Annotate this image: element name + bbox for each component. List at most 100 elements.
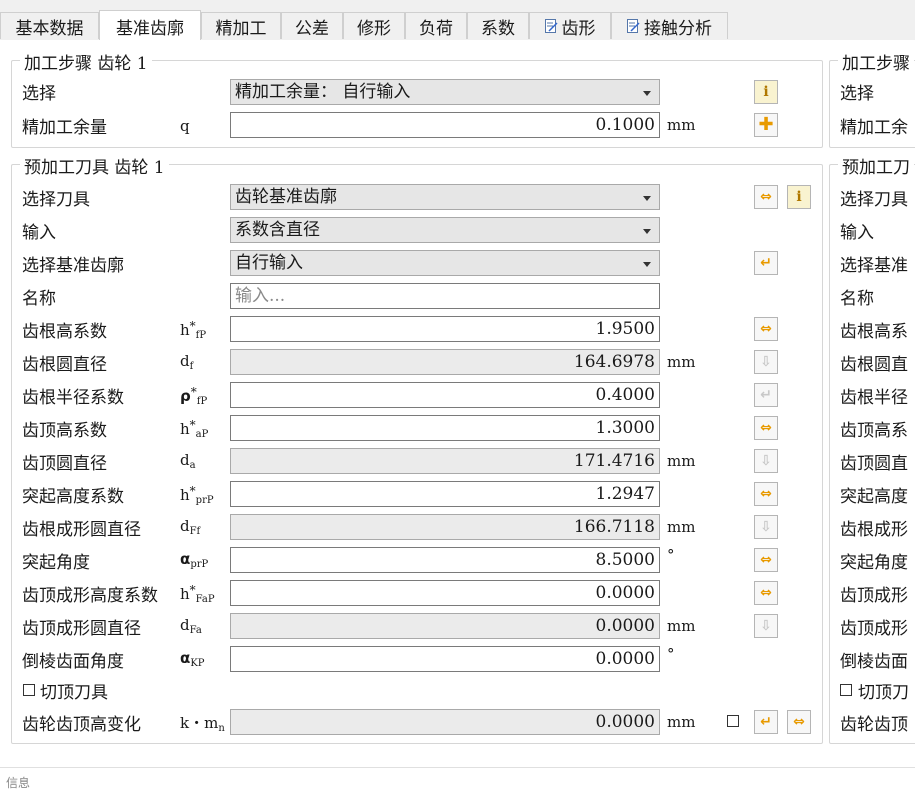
param-label: 齿根半径 <box>840 388 908 408</box>
transfer-button[interactable]: ⇔ <box>754 548 778 572</box>
param-label: 倒棱齿面 <box>840 652 908 672</box>
unit-label: mm <box>667 518 696 536</box>
chamfer-angle-input[interactable]: 0.0000 <box>230 646 660 672</box>
tab-basic-data[interactable]: 基本数据 <box>0 12 99 39</box>
topping-tool-label: 切顶刀具 <box>40 683 108 703</box>
disabled-button[interactable]: ⇩ <box>754 515 778 539</box>
transfer-button[interactable]: ⇔ <box>754 581 778 605</box>
tab-tooth-form[interactable]: 齿形 <box>529 12 611 39</box>
root-radius-coefficient-input[interactable]: 0.4000 <box>230 382 660 408</box>
root-form-diameter-field: 166.7118 <box>230 514 660 540</box>
disabled-button[interactable]: ⇩ <box>754 350 778 374</box>
info-button[interactable]: i <box>754 80 778 104</box>
tab-factors[interactable]: 系数 <box>467 12 529 39</box>
double-arrow-icon: ⇔ <box>760 552 772 568</box>
disabled-button[interactable]: ↵ <box>754 383 778 407</box>
tip-change-symbol: k・mn <box>180 714 225 734</box>
chevron-down-icon <box>643 262 651 267</box>
tool-group-title: 预加工刀具 齿轮 1 <box>20 153 169 178</box>
info-button[interactable]: i <box>787 185 811 209</box>
tab-load[interactable]: 负荷 <box>405 12 467 39</box>
param-label: 齿顶成形高度系数 <box>22 586 158 606</box>
tip-change-label: 齿轮齿顶 <box>840 715 908 735</box>
param-symbol: αKP <box>180 649 205 669</box>
transfer-button[interactable]: ⇔ <box>754 416 778 440</box>
down-arrow-icon: ⇩ <box>760 618 772 634</box>
add-button[interactable]: ✚ <box>754 113 778 137</box>
chevron-down-icon <box>643 91 651 96</box>
name-input[interactable]: 输入... <box>230 283 660 309</box>
input-label: 输入 <box>22 223 56 243</box>
tab-content: 加工步骤 齿轮 1 选择 精加工余量： 自行输入 i 精加工余量 q 0.100… <box>0 40 915 766</box>
unit-label: mm <box>667 452 696 470</box>
param-symbol: h*FaP <box>180 583 215 605</box>
param-label: 齿根高系数 <box>22 322 107 342</box>
transfer-button[interactable]: ⇔ <box>754 185 778 209</box>
unit-label: mm <box>667 617 696 635</box>
allowance-label: 精加工余量 <box>22 118 107 138</box>
param-label: 齿根半径系数 <box>22 388 124 408</box>
tab-label: 修形 <box>357 18 391 39</box>
process-step-title: 加工步骤 齿轮 1 <box>20 49 152 74</box>
info-icon: i <box>796 189 802 205</box>
disabled-button[interactable]: ⇩ <box>754 614 778 638</box>
param-label: 选择刀具 <box>840 190 908 210</box>
transfer-button[interactable]: ⇔ <box>754 482 778 506</box>
protuberance-angle-input[interactable]: 8.5000 <box>230 547 660 573</box>
double-arrow-icon: ⇔ <box>760 189 772 205</box>
tab-label: 基本数据 <box>15 18 84 39</box>
tip-change-checkbox[interactable] <box>727 715 739 727</box>
protuberance-height-input[interactable]: 1.2947 <box>230 481 660 507</box>
tab-contact-analysis[interactable]: 接触分析 <box>611 12 728 39</box>
transfer-button[interactable]: ⇔ <box>787 710 811 734</box>
param-label: 齿顶高系数 <box>22 421 107 441</box>
tab-reference-profile[interactable]: 基准齿廓 <box>99 10 201 41</box>
double-arrow-icon: ⇔ <box>793 714 805 730</box>
tip-change-label: 齿轮齿顶高变化 <box>22 715 141 735</box>
param-symbol: ρ*fP <box>180 385 208 407</box>
profile-select[interactable]: 自行输入 <box>230 250 660 276</box>
return-arrow-icon: ↵ <box>760 255 772 271</box>
tab-modification[interactable]: 修形 <box>343 12 405 39</box>
tab-label: 接触分析 <box>644 18 712 39</box>
tab-label: 基准齿廓 <box>116 18 184 39</box>
root-diameter-field: 164.6978 <box>230 349 660 375</box>
param-label: 输入 <box>840 223 874 243</box>
param-symbol: da <box>180 451 196 471</box>
apply-button[interactable]: ↵ <box>754 251 778 275</box>
tip-form-diameter-field: 0.0000 <box>230 613 660 639</box>
param-symbol: dFa <box>180 616 202 636</box>
param-label: 齿顶成形圆直径 <box>22 619 141 639</box>
chevron-down-icon <box>643 196 651 201</box>
allowance-mode-select[interactable]: 精加工余量： 自行输入 <box>230 79 660 105</box>
double-arrow-icon: ⇔ <box>760 420 772 436</box>
allowance-label: 精加工余 <box>840 118 908 138</box>
apply-button[interactable]: ↵ <box>754 710 778 734</box>
topping-tool-label: 切顶刀 <box>858 683 909 703</box>
status-bar: 信息 <box>0 767 915 799</box>
tab-finishing[interactable]: 精加工 <box>201 12 281 39</box>
param-symbol: h*fP <box>180 319 207 341</box>
input-mode-select[interactable]: 系数含直径 <box>230 217 660 243</box>
select-value: 齿轮基准齿廓 <box>235 187 337 207</box>
tip-change-field: 0.0000 <box>230 709 660 735</box>
param-label: 齿顶高系 <box>840 421 908 441</box>
process-step-title-gear2: 加工步骤 <box>838 49 914 74</box>
dedendum-coefficient-input[interactable]: 1.9500 <box>230 316 660 342</box>
tab-tolerance[interactable]: 公差 <box>281 12 343 39</box>
addendum-coefficient-input[interactable]: 1.3000 <box>230 415 660 441</box>
tool-select[interactable]: 齿轮基准齿廓 <box>230 184 660 210</box>
down-arrow-icon: ⇩ <box>760 519 772 535</box>
topping-tool-checkbox-gear2[interactable] <box>840 684 852 696</box>
param-symbol: h*aP <box>180 418 209 440</box>
topping-tool-checkbox[interactable] <box>23 684 35 696</box>
disabled-button[interactable]: ⇩ <box>754 449 778 473</box>
double-arrow-icon: ⇔ <box>760 321 772 337</box>
select-label: 选择 <box>22 84 56 104</box>
tip-form-height-input[interactable]: 0.0000 <box>230 580 660 606</box>
status-text: 信息 <box>6 776 31 790</box>
allowance-input[interactable]: 0.1000 <box>230 112 660 138</box>
select-label: 选择 <box>840 84 874 104</box>
transfer-button[interactable]: ⇔ <box>754 317 778 341</box>
param-label: 齿根高系 <box>840 322 908 342</box>
